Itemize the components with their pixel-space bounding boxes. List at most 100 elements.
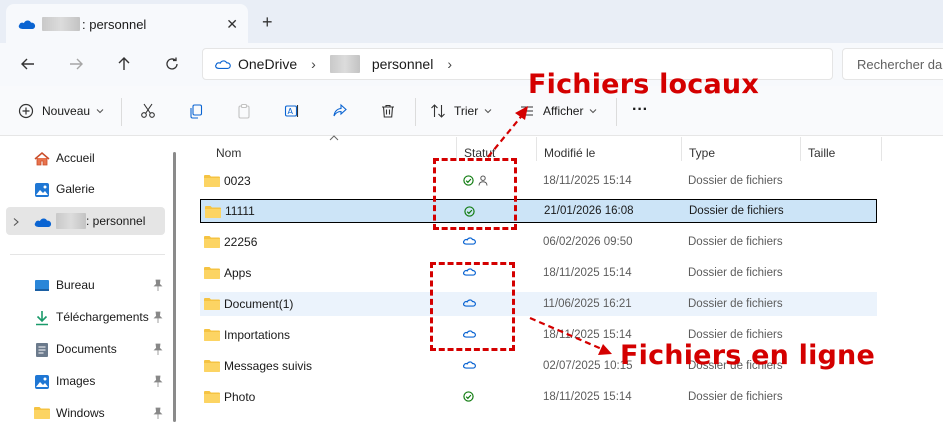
sidebar-item-accueil[interactable]: Accueil <box>10 144 165 172</box>
sidebar-item-label: Images <box>56 374 96 388</box>
sidebar-item-onedrive-personnel[interactable]: : personnel <box>6 207 165 235</box>
column-divider[interactable] <box>536 137 537 161</box>
sort-ascending-icon <box>329 135 339 141</box>
chevron-down-icon <box>484 109 492 114</box>
cut-button[interactable] <box>140 103 156 119</box>
table-row[interactable]: Photo 18/11/2025 15:14 Dossier de fichiers <box>200 385 877 409</box>
redacted-account-name <box>42 17 80 31</box>
pin-icon[interactable] <box>153 311 163 323</box>
column-divider[interactable] <box>681 137 682 161</box>
column-header-name[interactable]: Nom <box>216 142 241 164</box>
up-button[interactable] <box>115 55 133 73</box>
file-name: Messages suivis <box>224 359 313 373</box>
file-type: Dossier de fichiers <box>688 236 783 248</box>
desktop-icon <box>35 280 49 291</box>
pin-icon[interactable] <box>153 407 163 419</box>
close-tab-icon[interactable]: ✕ <box>226 16 238 33</box>
cloud-online-icon <box>463 237 476 245</box>
modified-date: 11/06/2025 16:21 <box>543 298 632 310</box>
paste-button[interactable] <box>236 103 252 119</box>
breadcrumb-onedrive[interactable]: OneDrive <box>238 56 297 72</box>
modified-date: 06/02/2026 09:50 <box>543 236 633 248</box>
table-row[interactable]: 11111 21/01/2026 16:08 Dossier de fichiers <box>200 199 877 223</box>
images-icon <box>35 375 49 389</box>
annotation-box-local <box>433 158 517 230</box>
sidebar-item-label: Documents <box>56 342 117 356</box>
rename-button[interactable]: A <box>284 103 300 119</box>
divider <box>121 98 122 126</box>
sidebar-item-bureau[interactable]: Bureau <box>10 271 165 299</box>
column-divider[interactable] <box>800 137 801 161</box>
chevron-down-icon <box>96 109 104 114</box>
folder-icon <box>204 298 220 310</box>
sidebar-item-label: : personnel <box>86 214 146 228</box>
sidebar-item-telechargements[interactable]: Téléchargements <box>10 303 165 331</box>
modified-date: 18/11/2025 15:14 <box>543 267 632 279</box>
forward-button[interactable] <box>67 55 85 73</box>
divider <box>10 254 165 255</box>
breadcrumb-personnel[interactable]: personnel <box>372 56 434 72</box>
documents-icon <box>36 343 48 357</box>
chevron-right-icon[interactable]: › <box>311 56 316 72</box>
file-name: 22256 <box>224 235 258 249</box>
table-row[interactable]: 0023 18/11/2025 15:14 Dossier de fichiers <box>200 169 877 193</box>
file-name: Document(1) <box>224 297 294 311</box>
table-row[interactable]: Document(1) 11/06/2025 16:21 Dossier de fi… <box>200 292 877 316</box>
rename-icon: A <box>284 105 299 117</box>
sidebar-scrollbar[interactable] <box>173 152 176 422</box>
sidebar-item-images[interactable]: Images <box>10 367 165 395</box>
sidebar-item-galerie[interactable]: Galerie <box>10 175 165 203</box>
sort-button[interactable]: Trier <box>430 103 492 119</box>
tab-personnel[interactable]: : personnel ✕ <box>6 4 248 44</box>
sync-status <box>463 391 474 402</box>
column-header-type[interactable]: Type <box>689 142 715 164</box>
table-row[interactable]: 22256 06/02/2026 09:50 Dossier de fichiers <box>200 230 877 254</box>
copy-button[interactable] <box>188 103 204 119</box>
view-button[interactable]: Afficher <box>519 103 597 119</box>
delete-button[interactable] <box>380 103 396 119</box>
pin-icon[interactable] <box>153 375 163 387</box>
column-header-modified[interactable]: Modifié le <box>544 142 595 164</box>
add-circle-icon <box>18 103 34 119</box>
tab-title: : personnel <box>82 16 147 32</box>
new-tab-button[interactable]: + <box>262 13 273 31</box>
download-icon <box>36 311 48 326</box>
table-row[interactable]: Apps 18/11/2025 15:14 Dossier de fichiers <box>200 261 877 285</box>
sync-status <box>463 360 476 369</box>
sort-button-label: Trier <box>454 104 479 118</box>
scissors-icon <box>141 103 155 118</box>
folder-icon <box>204 329 220 341</box>
cloud-outline-icon <box>215 60 231 69</box>
sidebar-item-label: Windows <box>56 406 105 420</box>
sidebar-item-documents[interactable]: Documents <box>10 335 165 363</box>
share-button[interactable] <box>332 103 348 119</box>
folder-icon <box>204 360 220 372</box>
file-name: Photo <box>224 390 256 404</box>
file-list: Nom Statut Modifié le Type Taille 0023 18… <box>183 135 943 425</box>
modified-date: 18/11/2025 15:14 <box>543 391 632 403</box>
refresh-button[interactable] <box>163 55 181 73</box>
divider <box>415 98 416 126</box>
column-header-size[interactable]: Taille <box>808 142 835 164</box>
more-options-button[interactable]: ··· <box>632 101 648 119</box>
pin-icon[interactable] <box>153 343 163 355</box>
sidebar-item-windows[interactable]: Windows <box>10 399 165 425</box>
pin-icon[interactable] <box>153 279 163 291</box>
annotation-label-local: Fichiers locaux <box>528 69 759 100</box>
column-divider[interactable] <box>881 137 882 161</box>
trash-icon <box>382 104 394 118</box>
search-input[interactable]: Rechercher dans <box>842 48 943 80</box>
arrow-up-icon <box>118 57 130 70</box>
divider <box>616 98 617 126</box>
onedrive-cloud-icon <box>18 20 36 29</box>
folder-icon <box>34 407 50 419</box>
new-button[interactable]: Nouveau <box>18 103 104 119</box>
file-name: Apps <box>224 266 252 280</box>
chevron-right-icon[interactable]: › <box>447 56 452 72</box>
file-name: Importations <box>224 328 291 342</box>
chevron-right-icon[interactable] <box>12 217 20 227</box>
back-button[interactable] <box>19 55 37 73</box>
folder-icon <box>204 236 220 248</box>
modified-date: 18/11/2025 15:14 <box>543 175 632 187</box>
gallery-icon <box>35 183 49 197</box>
